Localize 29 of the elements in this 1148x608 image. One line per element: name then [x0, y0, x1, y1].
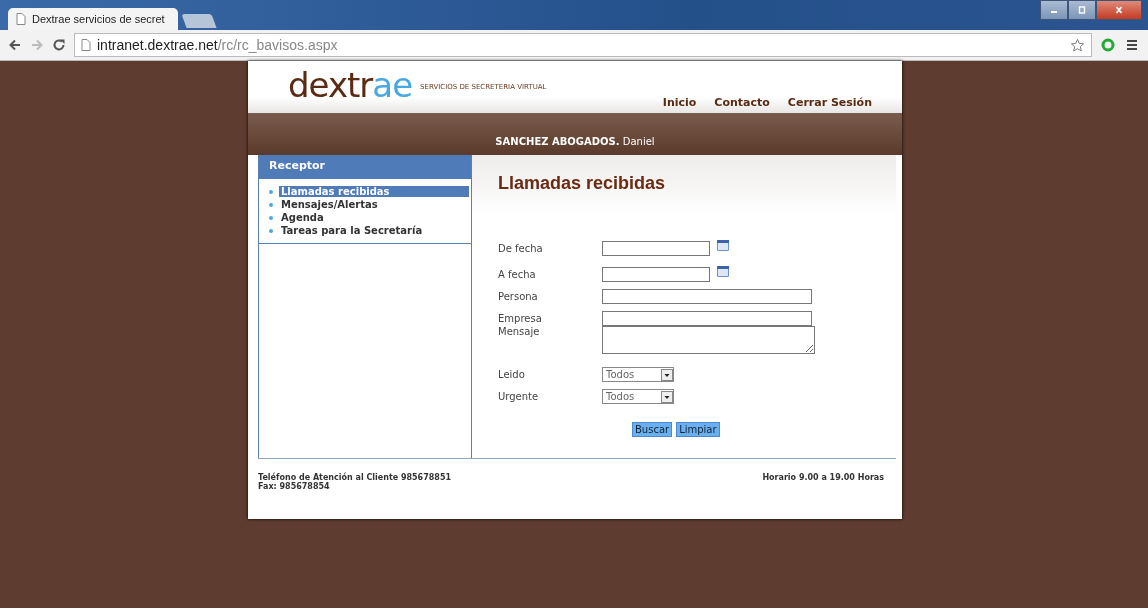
field-label: Leido	[498, 369, 526, 382]
dropdown[interactable]: Todos	[602, 389, 674, 404]
browser-tab[interactable]: Dextrae servicios de secret	[8, 8, 178, 30]
sidebar-item[interactable]: Tareas para la Secretaría	[279, 225, 471, 236]
nav-link[interactable]: Inicio	[662, 96, 697, 109]
nav-link[interactable]: Contacto	[714, 96, 770, 109]
address-bar[interactable]: intranet.dextrae.net/rc/rc_bavisos.aspx	[74, 33, 1092, 57]
tab-title: Dextrae servicios de secret	[32, 13, 165, 25]
form-button[interactable]: Buscar	[632, 422, 673, 437]
sidebar-item[interactable]: Llamadas recibidas	[279, 186, 469, 197]
dropdown[interactable]: Todos	[602, 367, 674, 382]
field-label: A fecha	[498, 269, 537, 282]
field-label: Mensaje	[498, 326, 541, 339]
field-label: Urgente	[498, 391, 540, 404]
logo: dextrae	[288, 65, 413, 105]
field-label: De fecha	[498, 243, 544, 256]
form-button[interactable]: Limpiar	[676, 422, 720, 437]
sidebar-item[interactable]: Mensajes/Alertas	[279, 199, 471, 210]
phone-text: Teléfono de Atención al Cliente 985678851	[258, 473, 451, 482]
user-name: SANCHEZ ABOGADOS. Daniel	[495, 136, 655, 147]
sidebar-item[interactable]: Agenda	[279, 212, 471, 223]
sidebar-title: Receptor	[259, 155, 471, 179]
field-label: Persona	[498, 291, 539, 304]
page-title: Llamadas recibidas	[498, 173, 667, 194]
hours-text: Horario 9.00 a 19.00 Horas	[762, 473, 884, 482]
url-text: intranet.dextrae.net/rc/rc_bavisos.aspx	[97, 37, 339, 53]
nav-link[interactable]: Cerrar Sesión	[787, 96, 872, 109]
field-label: Empresa	[498, 313, 543, 326]
fax-text: Fax: 985678854	[258, 482, 331, 491]
